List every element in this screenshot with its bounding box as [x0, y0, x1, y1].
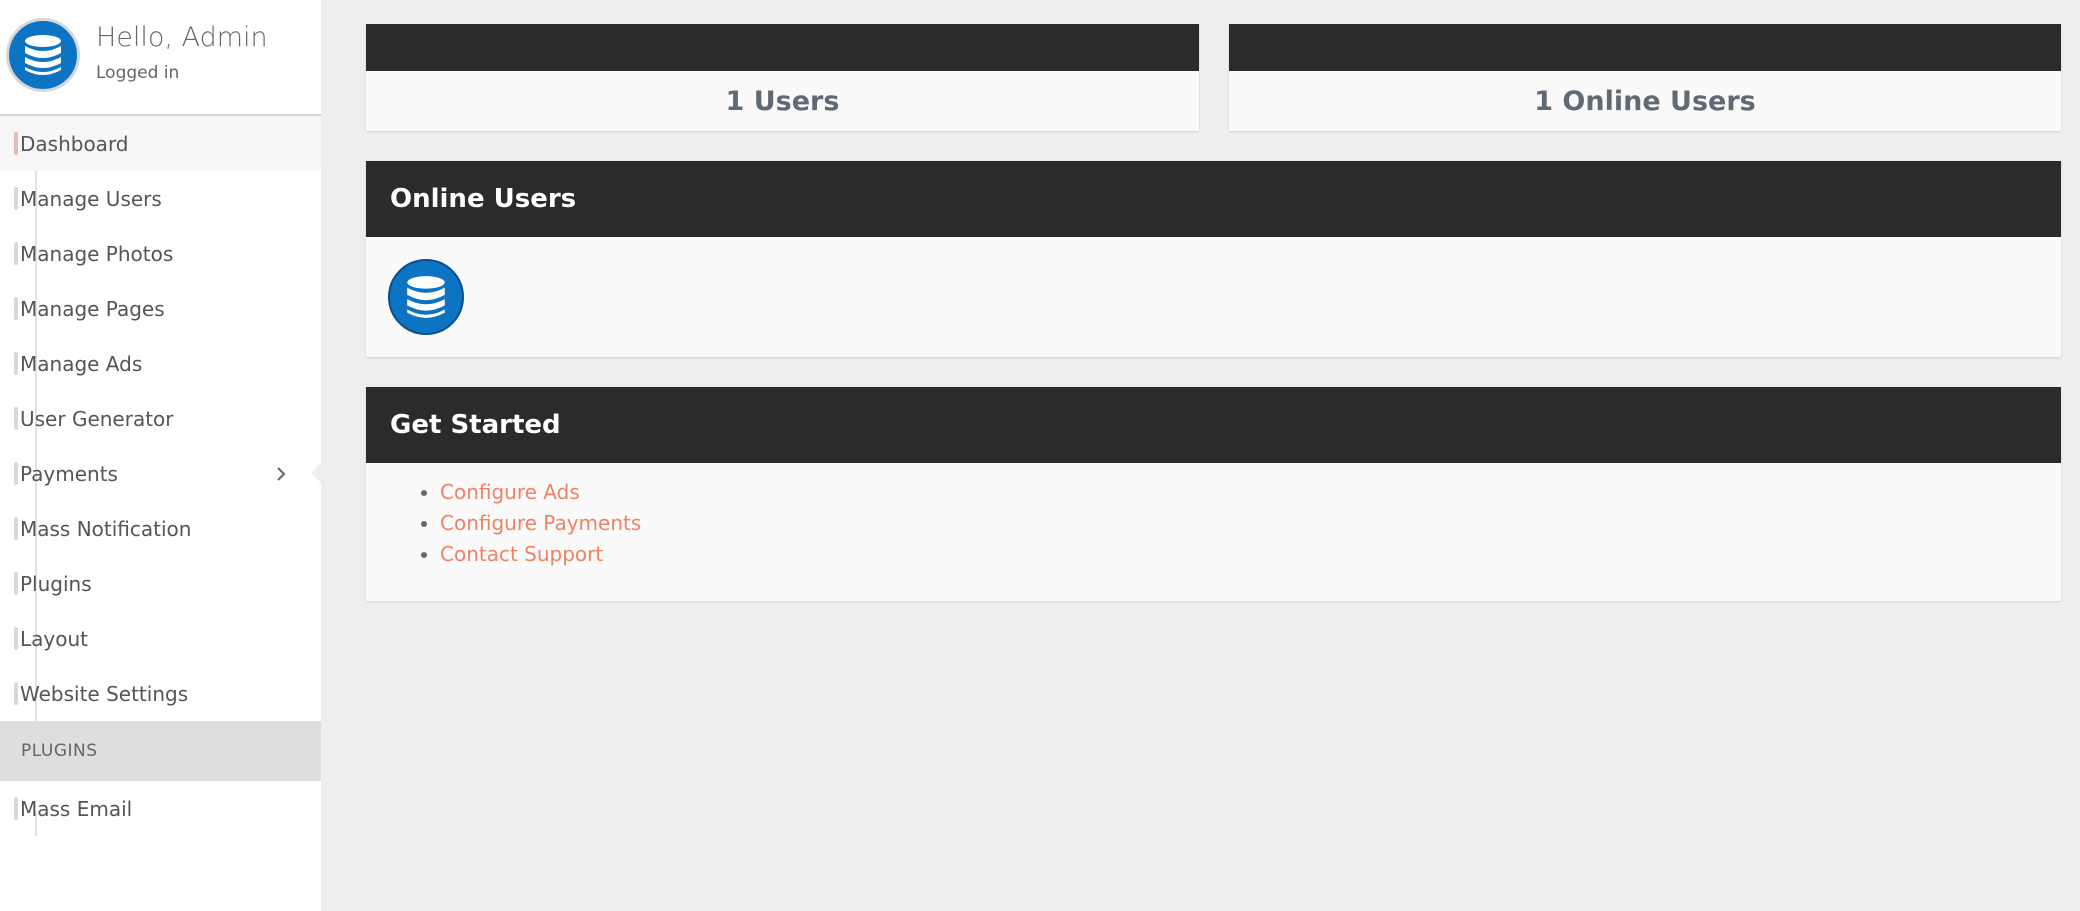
sidebar-item-manage-users[interactable]: Manage Users — [0, 171, 321, 226]
sidebar-nav: Dashboard Manage Users Manage Photos Man… — [0, 116, 321, 721]
sidebar-item-label: Payments — [20, 461, 118, 486]
online-user-avatar[interactable] — [388, 259, 464, 335]
sidebar-item-manage-ads[interactable]: Manage Ads — [0, 336, 321, 391]
plugins-nav: Mass Email — [0, 781, 321, 836]
sidebar-item-mass-notification[interactable]: Mass Notification — [0, 501, 321, 556]
list-item: Configure Ads — [440, 477, 2039, 508]
panel-title: Get Started — [366, 387, 2061, 463]
database-icon — [25, 35, 61, 75]
sidebar-item-manage-photos[interactable]: Manage Photos — [0, 226, 321, 281]
users-stat-card: 1 Users — [366, 24, 1199, 131]
sidebar-item-layout[interactable]: Layout — [0, 611, 321, 666]
card-header-bar — [366, 24, 1199, 71]
list-item: Configure Payments — [440, 508, 2039, 539]
login-status: Logged in — [96, 63, 180, 83]
online-users-stat-card: 1 Online Users — [1229, 24, 2061, 131]
online-users-count: 1 Online Users — [1534, 85, 1756, 117]
sidebar-item-mass-email[interactable]: Mass Email — [0, 781, 321, 836]
sidebar-item-manage-pages[interactable]: Manage Pages — [0, 281, 321, 336]
active-pointer — [311, 463, 321, 483]
sidebar-item-plugins[interactable]: Plugins — [0, 556, 321, 611]
list-item: Contact Support — [440, 539, 2039, 570]
database-icon — [407, 276, 445, 318]
sidebar: Hello, Admin Logged in Dashboard Manage … — [0, 0, 321, 911]
get-started-links: Configure Ads Configure Payments Contact… — [388, 477, 2039, 570]
sidebar-item-payments[interactable]: Payments — [0, 446, 321, 501]
profile-block: Hello, Admin Logged in — [0, 0, 321, 116]
greeting: Hello, Admin — [96, 22, 268, 53]
chevron-right-icon — [277, 467, 286, 481]
panel-title: Online Users — [366, 161, 2061, 237]
avatar[interactable] — [6, 18, 80, 92]
contact-support-link[interactable]: Contact Support — [440, 542, 603, 566]
users-count: 1 Users — [725, 85, 840, 117]
card-header-bar — [1229, 24, 2061, 71]
online-users-panel: Online Users — [366, 161, 2061, 357]
get-started-body: Configure Ads Configure Payments Contact… — [366, 463, 2061, 584]
plugins-section-header: PLUGINS — [0, 721, 321, 781]
sidebar-item-user-generator[interactable]: User Generator — [0, 391, 321, 446]
get-started-panel: Get Started Configure Ads Configure Paym… — [366, 387, 2061, 601]
online-users-list — [366, 237, 2061, 357]
configure-ads-link[interactable]: Configure Ads — [440, 480, 580, 504]
sidebar-item-website-settings[interactable]: Website Settings — [0, 666, 321, 721]
sidebar-item-dashboard[interactable]: Dashboard — [0, 116, 321, 171]
configure-payments-link[interactable]: Configure Payments — [440, 511, 641, 535]
